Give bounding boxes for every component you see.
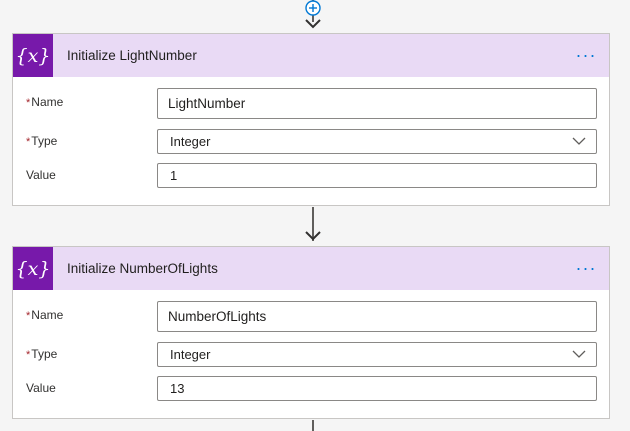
required-marker: * (26, 310, 31, 322)
required-marker: * (26, 136, 31, 148)
name-input[interactable]: LightNumber (157, 88, 597, 119)
value-input[interactable]: 13 (157, 376, 597, 401)
card-header[interactable]: {x} Initialize LightNumber ··· (13, 34, 609, 77)
variable-icon: {x} (13, 247, 53, 290)
name-label: *Name (26, 308, 64, 322)
value-label: Value (26, 168, 56, 182)
chevron-down-icon (572, 137, 586, 145)
value-label: Value (26, 381, 56, 395)
type-label: *Type (26, 347, 58, 361)
type-label: *Type (26, 134, 58, 148)
action-card-initialize-lightnumber: {x} Initialize LightNumber ··· *Name Lig… (12, 33, 610, 206)
value-input[interactable]: 1 (157, 163, 597, 188)
required-marker: * (26, 97, 31, 109)
name-label: *Name (26, 95, 64, 109)
more-options-button[interactable]: ··· (573, 44, 599, 66)
variable-icon: {x} (13, 34, 53, 77)
card-title: Initialize NumberOfLights (67, 261, 218, 276)
type-dropdown[interactable]: Integer (157, 129, 597, 154)
name-input[interactable]: NumberOfLights (157, 301, 597, 332)
add-step-button[interactable] (305, 0, 321, 16)
card-title: Initialize LightNumber (67, 48, 197, 63)
card-header[interactable]: {x} Initialize NumberOfLights ··· (13, 247, 609, 290)
action-card-initialize-numberoflights: {x} Initialize NumberOfLights ··· *Name … (12, 246, 610, 419)
arrow-down-icon (305, 19, 321, 29)
chevron-down-icon (572, 350, 586, 358)
required-marker: * (26, 349, 31, 361)
connector-line-bottom (312, 420, 314, 431)
more-options-button[interactable]: ··· (573, 257, 599, 279)
arrow-down-icon (305, 231, 321, 241)
type-dropdown[interactable]: Integer (157, 342, 597, 367)
